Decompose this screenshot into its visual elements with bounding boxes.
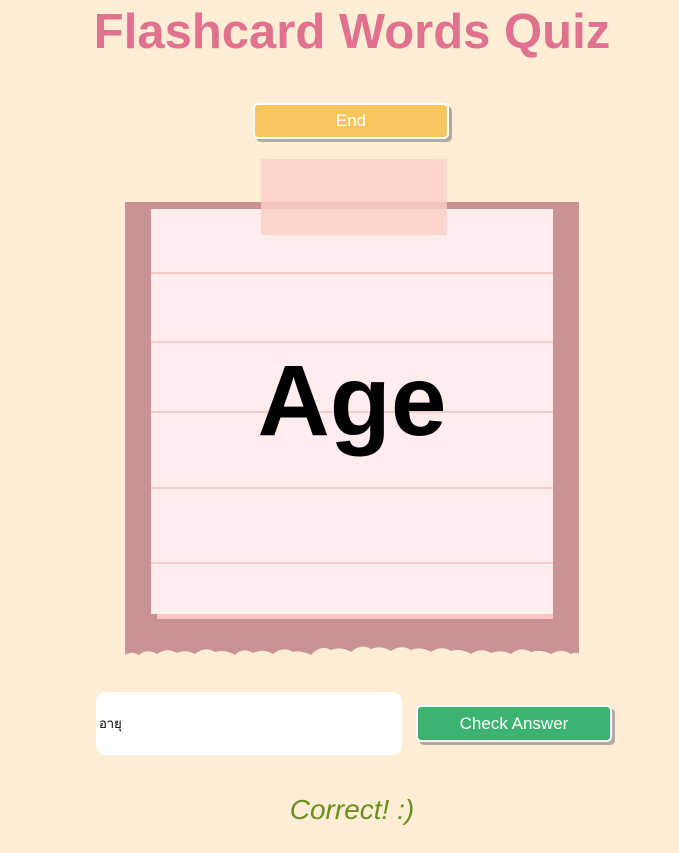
card-rule-line bbox=[151, 487, 553, 489]
flashcard-torn-edge bbox=[123, 646, 583, 664]
card-tape bbox=[261, 159, 447, 235]
feedback-message: Correct! :) bbox=[289, 794, 415, 825]
page-title: Flashcard Words Quiz bbox=[93, 5, 611, 59]
flashcard-word: Age bbox=[257, 345, 447, 457]
answer-input[interactable] bbox=[96, 692, 402, 755]
card-rule-line bbox=[151, 272, 553, 274]
card-rule-line bbox=[151, 341, 553, 343]
end-button[interactable]: End bbox=[253, 103, 449, 139]
check-answer-button[interactable]: Check Answer bbox=[416, 705, 612, 742]
card-rule-line bbox=[151, 562, 553, 564]
